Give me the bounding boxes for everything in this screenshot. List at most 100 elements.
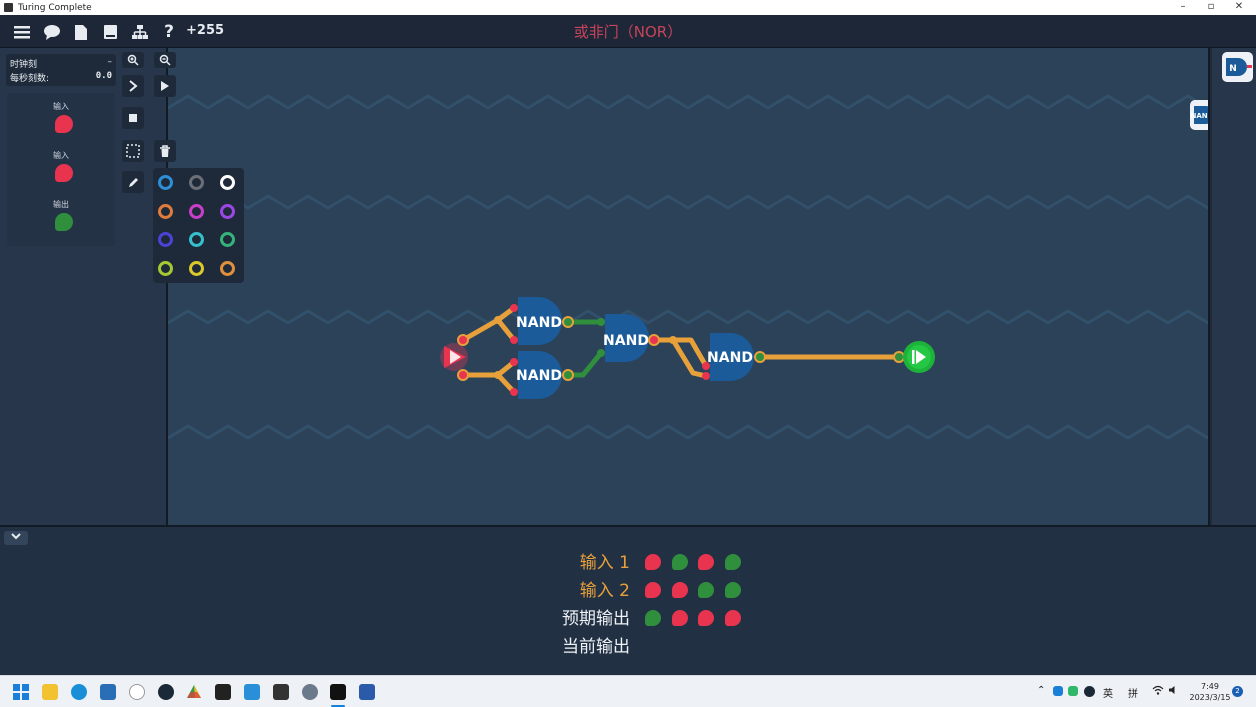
gate-label: NAND: [516, 315, 562, 331]
truth-row-label-input-2: 输入 2: [579, 581, 630, 601]
stop-button[interactable]: [122, 107, 144, 129]
gate-label: NAND: [603, 333, 649, 349]
taskbar-clock[interactable]: 7:49 2023/3/15: [1188, 681, 1232, 703]
wire-color-swatch[interactable]: [220, 203, 235, 219]
notepad-icon[interactable]: [244, 684, 260, 700]
truth-table-cell: [698, 582, 714, 598]
truth-table-cell: [645, 582, 661, 598]
output-pin[interactable]: [903, 341, 935, 373]
step-button[interactable]: [122, 75, 144, 97]
7zip-icon[interactable]: [273, 684, 289, 700]
collapse-panel-button[interactable]: [4, 531, 28, 545]
zoom-in-button[interactable]: [122, 52, 144, 68]
nand-component-button[interactable]: NAND: [1190, 100, 1210, 130]
io-panel: 输入 输入 输出: [7, 93, 115, 246]
wire-color-swatch[interactable]: [220, 232, 235, 247]
truth-table-cell: [645, 610, 661, 626]
play-button[interactable]: [154, 75, 176, 97]
io-label-output: 输出: [53, 200, 69, 209]
truth-table-cell: [724, 610, 741, 626]
input-2-state[interactable]: [55, 164, 73, 182]
zoom-out-button[interactable]: [154, 52, 176, 68]
maximize-button[interactable]: ▫: [1196, 0, 1226, 15]
nand-gate[interactable]: NAND: [603, 314, 649, 362]
turing-complete-icon[interactable]: [330, 684, 346, 700]
app-icon: [4, 3, 13, 12]
steam-icon[interactable]: [158, 684, 174, 700]
truth-table-cell: [671, 610, 688, 626]
input-pin[interactable]: [440, 343, 468, 371]
truth-table-cell: [671, 582, 688, 598]
window-title: Turing Complete: [18, 2, 92, 13]
truth-row-label-current: 当前输出: [562, 637, 630, 657]
file-explorer-icon[interactable]: [42, 684, 58, 700]
tray-icon-2[interactable]: [1068, 686, 1078, 696]
truth-table-panel: 输入 1 输入 2 预期输出 当前输出: [0, 525, 1256, 675]
nand-gate[interactable]: NAND: [516, 297, 562, 345]
wire-color-swatch[interactable]: [220, 260, 235, 276]
rate-value[interactable]: 0.0: [96, 71, 112, 84]
chip-label: NAND: [1191, 112, 1210, 120]
clock-value[interactable]: –: [108, 57, 113, 70]
level-title: 或非门（NOR）: [573, 23, 683, 41]
close-button[interactable]: ✕: [1224, 0, 1254, 15]
circuit-canvas[interactable]: NAND NAND NAND NAND NAN: [166, 48, 1210, 525]
truth-table-cell: [724, 582, 741, 598]
taskbar-date: 2023/3/15: [1189, 693, 1231, 702]
start-icon[interactable]: [13, 684, 29, 700]
word-icon[interactable]: [359, 684, 375, 700]
settings-icon[interactable]: [302, 684, 318, 700]
wire-color-swatch[interactable]: [189, 175, 204, 190]
chip-label: N: [1229, 64, 1237, 74]
notification-badge[interactable]: 2: [1232, 686, 1243, 697]
wire-color-swatch[interactable]: [158, 232, 173, 247]
wire[interactable]: [460, 359, 517, 378]
truth-table-cell: [724, 554, 741, 570]
truth-row-label-expected: 预期输出: [562, 609, 630, 629]
wifi-icon[interactable]: [1152, 685, 1164, 698]
edge-icon[interactable]: [71, 684, 87, 700]
rate-label: 每秒刻数:: [10, 74, 50, 84]
tray-icon-1[interactable]: [1053, 686, 1063, 696]
right-panel: N: [1212, 48, 1256, 525]
tray-steam-icon[interactable]: [1084, 686, 1095, 697]
gate-label: NAND: [516, 368, 562, 384]
wire-color-swatch[interactable]: [158, 260, 173, 276]
pencil-icon[interactable]: [122, 171, 144, 193]
taskbar-time: 7:49: [1201, 682, 1219, 691]
taskbar: ⌃ 英 拼 7:49 2023/3/15 2: [0, 675, 1256, 707]
truth-table-cell: [645, 554, 661, 570]
nand-gate[interactable]: NAND: [707, 333, 754, 381]
input-1-state[interactable]: [55, 115, 73, 133]
output-state: [55, 213, 73, 231]
top-toolbar: ? +255 或非门（NOR）: [0, 15, 1256, 48]
wire-color-swatch[interactable]: [220, 175, 235, 190]
wire[interactable]: [460, 305, 517, 343]
delete-icon[interactable]: [154, 140, 176, 162]
minimize-button[interactable]: –: [1168, 0, 1198, 15]
terminal-icon[interactable]: [215, 684, 231, 700]
app-icon-5[interactable]: [129, 684, 145, 700]
clock-label: 时钟刻: [10, 60, 38, 70]
truth-table-cell: [698, 554, 714, 570]
not-component-button[interactable]: N: [1222, 52, 1253, 82]
wire-color-swatch[interactable]: [189, 260, 204, 276]
store-icon[interactable]: [100, 684, 116, 700]
io-label-input-1: 输入: [53, 102, 69, 111]
volume-icon[interactable]: [1168, 685, 1178, 698]
truth-table-cell: [698, 610, 714, 626]
truth-table-cell: [671, 554, 688, 570]
ime-indicator[interactable]: 拼: [1128, 685, 1138, 700]
circuit[interactable]: NAND NAND NAND NAND: [168, 48, 1210, 525]
nand-gate[interactable]: NAND: [516, 351, 562, 399]
gate-label: NAND: [707, 350, 753, 366]
wire-color-swatch[interactable]: [158, 175, 173, 190]
wire-color-swatch[interactable]: [189, 232, 204, 247]
wire-color-swatch[interactable]: [158, 203, 173, 219]
drive-icon[interactable]: [186, 684, 202, 700]
select-icon[interactable]: [122, 140, 144, 162]
io-label-input-2: 输入: [53, 151, 69, 160]
language-indicator[interactable]: 英: [1103, 685, 1113, 700]
wire-color-swatch[interactable]: [189, 203, 204, 219]
tray-overflow-icon[interactable]: ⌃: [1037, 685, 1045, 696]
